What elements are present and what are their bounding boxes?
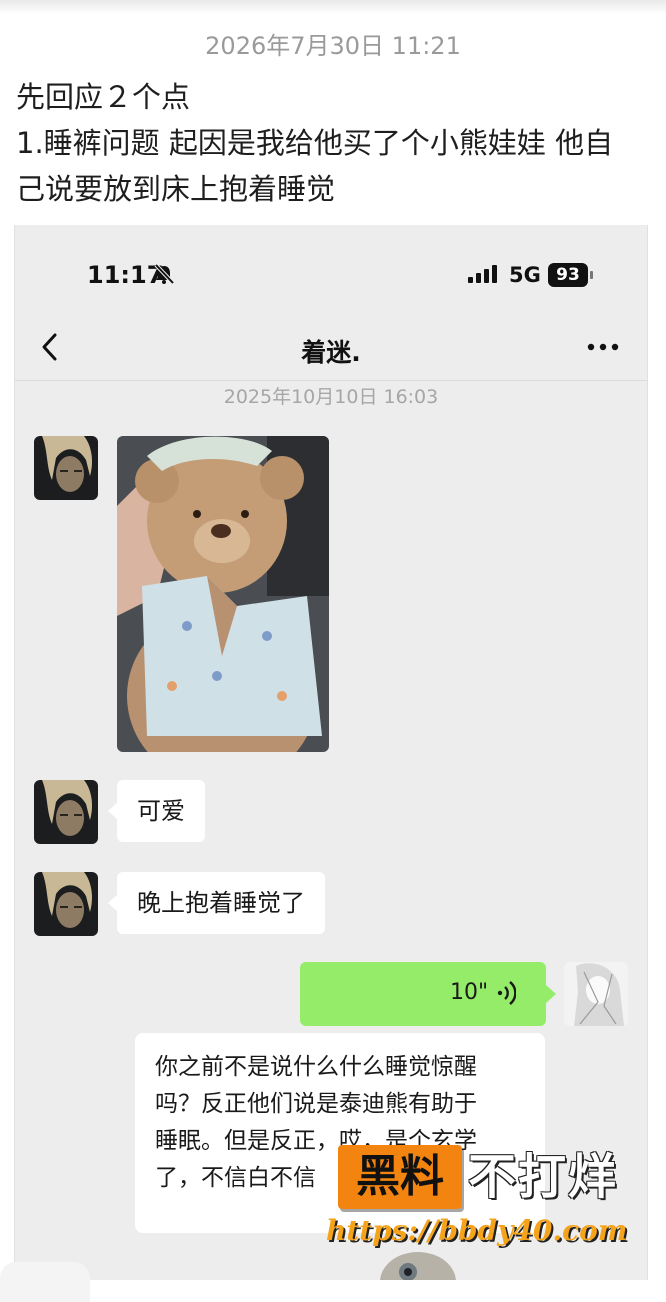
watermark-logo: 黑料 (338, 1145, 462, 1209)
header-divider (15, 380, 647, 381)
post-line: 1.睡裤问题 起因是我给他买了个小熊娃娃 他自 (16, 126, 614, 160)
chat-timestamp: 2025年10月10日 16:03 (223, 386, 439, 408)
self-avatar[interactable] (564, 962, 628, 1026)
top-shade (0, 0, 666, 14)
contact-avatar[interactable] (34, 872, 98, 936)
voice-message-bubble[interactable]: 10" (300, 962, 556, 1026)
status-time: 11:17 (87, 261, 164, 289)
battery-tip (590, 271, 593, 279)
watermark-url: https://bbdy40.com (326, 1214, 628, 1247)
message-bubble: 可爱 (108, 780, 205, 842)
bottom-image-peek (380, 1252, 456, 1280)
post-line: 己说要放到床上抱着睡觉 (16, 172, 336, 206)
watermark-slogan: 不打烊 (468, 1149, 619, 1205)
post-line: 先回应２个点 (16, 80, 191, 114)
bell-muted-icon (154, 263, 175, 285)
voice-wave-icon (497, 981, 516, 1005)
contact-avatar[interactable] (34, 780, 98, 844)
transcript-line: 吗？反正他们说是泰迪熊有助于 (155, 1091, 477, 1117)
signal-icon (468, 265, 497, 283)
transcript-line: 你之前不是说什么什么睡觉惊醒 (155, 1054, 477, 1080)
chat-title: 着迷. (301, 338, 361, 367)
network-type: 5G (509, 263, 541, 287)
contact-avatar[interactable] (34, 436, 98, 500)
chat-screenshot: 11:17 5G 93 着迷. 2025年10月10日 16:03 可爱 晚上抱… (14, 225, 648, 1280)
battery-icon: 93 (548, 263, 588, 287)
post-timestamp: 2026年7月30日 11:21 (205, 32, 461, 60)
bottom-card-edge (0, 1262, 90, 1302)
more-options-icon[interactable] (587, 343, 619, 351)
voice-duration: 10" (450, 980, 489, 1005)
message-bubble: 晚上抱着睡觉了 (108, 872, 325, 934)
post-body: 先回应２个点 1.睡裤问题 起因是我给他买了个小熊娃娃 他自 己说要放到床上抱着… (16, 74, 646, 212)
teddy-bear-photo[interactable] (117, 436, 329, 752)
